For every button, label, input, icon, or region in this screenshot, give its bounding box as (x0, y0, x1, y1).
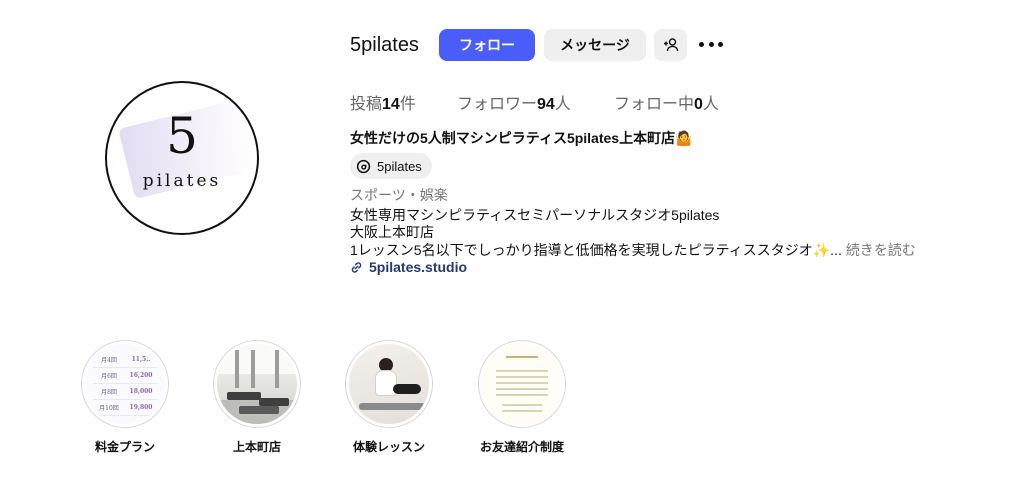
more-options-icon[interactable] (699, 36, 723, 52)
highlight-thumbnail-trial-photo (349, 344, 429, 424)
highlight-label: お友達紹介制度 (479, 440, 564, 454)
message-button[interactable]: メッセージ (544, 29, 646, 61)
bio-line-text: 1レッスン5名以下でしっかり指導と低価格を実現したピラティススタジオ✨... (350, 242, 842, 258)
price-cell: 16,200 (125, 368, 157, 384)
highlight-thumbnail-studio-photo (217, 344, 297, 424)
price-cell: 月4回 (93, 352, 125, 368)
bio-line: 大阪上本町店 (350, 224, 434, 240)
read-more-link[interactable]: 続きを読む (846, 242, 916, 258)
suggested-users-button[interactable] (654, 29, 687, 61)
threads-handle: 5pilates (377, 158, 422, 174)
price-cell: 18,000 (125, 384, 157, 400)
profile-website-link[interactable]: 5pilates.studio (350, 259, 467, 275)
posts-count: 投稿14件 (350, 96, 416, 113)
profile-avatar[interactable]: 5 pilates (105, 81, 259, 235)
threads-badge[interactable]: 5pilates (350, 153, 432, 179)
profile-username: 5pilates (350, 34, 419, 56)
profile-category: スポーツ・娯楽 (350, 187, 448, 203)
highlight-ring[interactable] (213, 340, 301, 428)
price-cell: 11,5.. (125, 352, 157, 368)
website-url: 5pilates.studio (369, 259, 468, 275)
bio-line: 1レッスン5名以下でしっかり指導と低価格を実現したピラティススタジオ✨... 続… (350, 240, 916, 260)
person-plus-icon (663, 38, 678, 52)
price-cell: 月10回 (93, 400, 125, 416)
followers-count[interactable]: フォロワー94人 (457, 90, 571, 114)
highlight-referral[interactable]: お友達紹介制度 (474, 340, 570, 455)
highlight-thumbnail-price-sheet: 月4回 11,5.. 月6回 16,200 月8回 18,000 月10回 19… (85, 344, 165, 424)
highlight-pricing[interactable]: 月4回 11,5.. 月6回 16,200 月8回 18,000 月10回 19… (77, 340, 173, 455)
highlight-ring[interactable]: 月4回 11,5.. 月6回 16,200 月8回 18,000 月10回 19… (81, 340, 169, 428)
highlight-thumbnail-referral-flyer (482, 344, 562, 424)
highlight-label: 上本町店 (232, 440, 281, 454)
highlight-ring[interactable] (478, 340, 566, 428)
threads-icon (356, 159, 371, 174)
follow-button[interactable]: フォロー (439, 29, 535, 61)
price-cell: 19,800 (125, 400, 157, 416)
highlight-label: 料金プラン (94, 440, 155, 454)
highlight-label: 体験レッスン (352, 440, 425, 454)
profile-display-name: 女性だけの5人制マシンピラティス5pilates上本町店🤷 (350, 130, 693, 146)
price-cell: 月8回 (93, 384, 125, 400)
highlight-studio[interactable]: 上本町店 (209, 340, 305, 455)
price-cell: 月6回 (93, 368, 125, 384)
link-icon (351, 261, 362, 273)
highlight-ring[interactable] (345, 340, 433, 428)
highlight-trial-lesson[interactable]: 体験レッスン (341, 340, 437, 455)
following-count[interactable]: フォロー中0人 (614, 90, 719, 114)
avatar-logo-numeral: 5 (166, 107, 198, 165)
avatar-logo-word: pilates (142, 171, 222, 191)
